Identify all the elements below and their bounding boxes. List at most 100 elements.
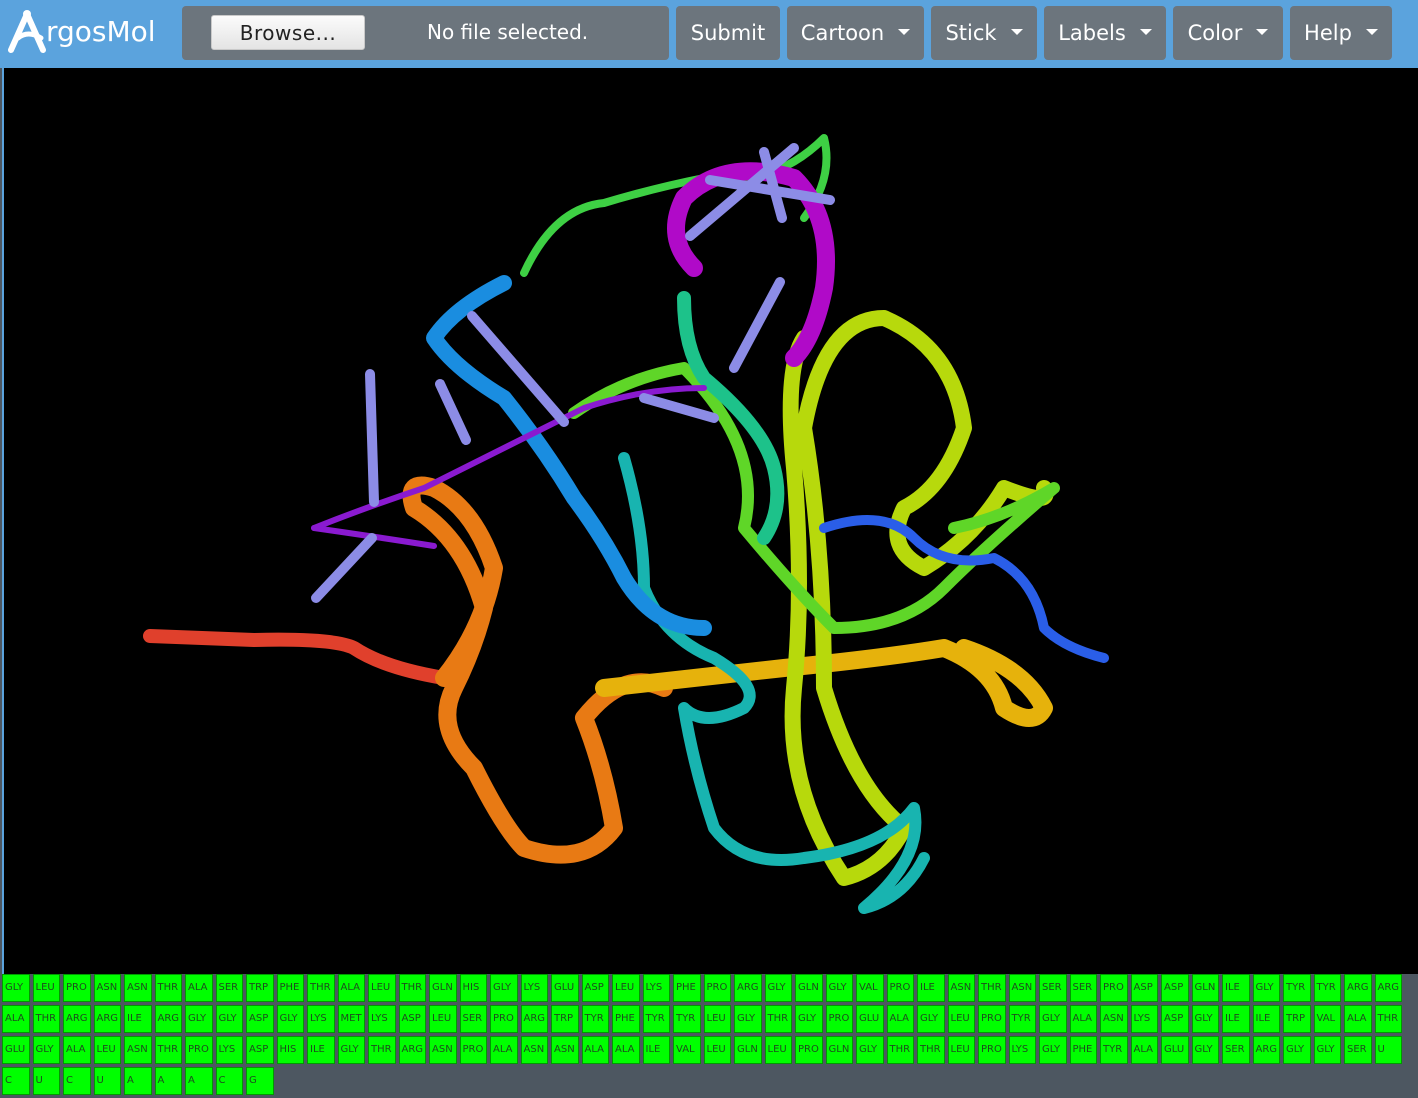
residue-cell[interactable]: TRP bbox=[551, 1005, 579, 1033]
residue-cell[interactable]: LEU bbox=[703, 1005, 731, 1033]
residue-cell[interactable]: LYS bbox=[307, 1005, 335, 1033]
residue-cell[interactable]: GLY bbox=[490, 974, 518, 1002]
residue-cell[interactable]: TRP bbox=[1283, 1005, 1311, 1033]
residue-cell[interactable]: ASP bbox=[246, 1036, 274, 1064]
residue-cell[interactable]: PRO bbox=[703, 974, 731, 1002]
residue-cell[interactable]: PHE bbox=[1069, 1036, 1097, 1064]
residue-cell[interactable]: ALA bbox=[581, 1036, 609, 1064]
residue-cell[interactable]: TRP bbox=[246, 974, 274, 1002]
residue-cell[interactable]: LYS bbox=[520, 974, 548, 1002]
residue-cell[interactable]: ARG bbox=[734, 974, 762, 1002]
residue-cell[interactable]: TYR bbox=[673, 1005, 701, 1033]
residue-cell[interactable]: GLY bbox=[1191, 1036, 1219, 1064]
residue-cell[interactable]: GLY bbox=[734, 1005, 762, 1033]
residue-cell[interactable]: U bbox=[93, 1067, 121, 1095]
residue-cell[interactable]: ASN bbox=[1100, 1005, 1128, 1033]
residue-cell[interactable]: GLN bbox=[795, 974, 823, 1002]
residue-cell[interactable]: ARG bbox=[520, 1005, 548, 1033]
residue-cell[interactable]: ALA bbox=[63, 1036, 91, 1064]
residue-cell[interactable]: ILE bbox=[1222, 1005, 1250, 1033]
residue-cell[interactable]: LEU bbox=[429, 1005, 457, 1033]
residue-cell[interactable]: LYS bbox=[1130, 1005, 1158, 1033]
residue-cell[interactable]: ASP bbox=[1130, 974, 1158, 1002]
residue-cell[interactable]: A bbox=[185, 1067, 213, 1095]
residue-cell[interactable]: ASN bbox=[93, 974, 121, 1002]
residue-cell[interactable]: HIS bbox=[459, 974, 487, 1002]
residue-cell[interactable]: TYR bbox=[642, 1005, 670, 1033]
residue-cell[interactable]: ALA bbox=[337, 974, 365, 1002]
residue-cell[interactable]: C bbox=[215, 1067, 243, 1095]
residue-cell[interactable]: C bbox=[63, 1067, 91, 1095]
residue-cell[interactable]: GLU bbox=[856, 1005, 884, 1033]
residue-cell[interactable]: VAL bbox=[673, 1036, 701, 1064]
residue-cell[interactable]: THR bbox=[917, 1036, 945, 1064]
residue-cell[interactable]: GLY bbox=[185, 1005, 213, 1033]
residue-cell[interactable]: TYR bbox=[581, 1005, 609, 1033]
residue-cell[interactable]: PRO bbox=[795, 1036, 823, 1064]
residue-cell[interactable]: ASN bbox=[1008, 974, 1036, 1002]
residue-cell[interactable]: A bbox=[124, 1067, 152, 1095]
residue-cell[interactable]: ILE bbox=[1252, 1005, 1280, 1033]
residue-cell[interactable]: PRO bbox=[63, 974, 91, 1002]
residue-cell[interactable]: ASP bbox=[246, 1005, 274, 1033]
residue-cell[interactable]: ASN bbox=[429, 1036, 457, 1064]
residue-cell[interactable]: ALA bbox=[612, 1036, 640, 1064]
residue-cell[interactable]: LEU bbox=[32, 974, 60, 1002]
residue-cell[interactable]: GLY bbox=[764, 974, 792, 1002]
residue-cell[interactable]: LYS bbox=[368, 1005, 396, 1033]
molecule-viewer-canvas[interactable] bbox=[2, 68, 1418, 974]
residue-cell[interactable]: TYR bbox=[1313, 974, 1341, 1002]
residue-cell[interactable]: THR bbox=[764, 1005, 792, 1033]
residue-cell[interactable]: GLY bbox=[825, 974, 853, 1002]
residue-cell[interactable]: GLU bbox=[1161, 1036, 1189, 1064]
residue-cell[interactable]: LEU bbox=[703, 1036, 731, 1064]
residue-cell[interactable]: GLY bbox=[215, 1005, 243, 1033]
residue-cell[interactable]: ILE bbox=[307, 1036, 335, 1064]
residue-cell[interactable]: ASP bbox=[1161, 1005, 1189, 1033]
residue-cell[interactable]: VAL bbox=[856, 974, 884, 1002]
residue-cell[interactable]: LEU bbox=[947, 1036, 975, 1064]
residue-cell[interactable]: SER bbox=[215, 974, 243, 1002]
residue-cell[interactable]: GLY bbox=[917, 1005, 945, 1033]
cartoon-menu-button[interactable]: Cartoon bbox=[787, 6, 924, 60]
residue-cell[interactable]: ALA bbox=[1130, 1036, 1158, 1064]
help-menu-button[interactable]: Help bbox=[1290, 6, 1392, 60]
residue-cell[interactable]: PRO bbox=[886, 974, 914, 1002]
residue-cell[interactable]: PHE bbox=[673, 974, 701, 1002]
residue-cell[interactable]: LEU bbox=[368, 974, 396, 1002]
residue-cell[interactable]: THR bbox=[978, 974, 1006, 1002]
residue-cell[interactable]: ASN bbox=[124, 974, 152, 1002]
residue-cell[interactable]: GLY bbox=[1039, 1005, 1067, 1033]
residue-cell[interactable]: THR bbox=[1374, 1005, 1402, 1033]
residue-cell[interactable]: ALA bbox=[1344, 1005, 1372, 1033]
browse-button[interactable]: Browse... bbox=[211, 15, 365, 50]
residue-cell[interactable]: THR bbox=[368, 1036, 396, 1064]
residue-cell[interactable]: PRO bbox=[490, 1005, 518, 1033]
app-logo[interactable]: rgosMol bbox=[8, 6, 156, 56]
residue-cell[interactable]: U bbox=[1374, 1036, 1402, 1064]
residue-cell[interactable]: PRO bbox=[459, 1036, 487, 1064]
residue-cell[interactable]: GLU bbox=[2, 1036, 30, 1064]
residue-cell[interactable]: SER bbox=[1344, 1036, 1372, 1064]
residue-cell[interactable]: ALA bbox=[185, 974, 213, 1002]
residue-cell[interactable]: ARG bbox=[154, 1005, 182, 1033]
residue-cell[interactable]: GLY bbox=[795, 1005, 823, 1033]
residue-cell[interactable]: C bbox=[2, 1067, 30, 1095]
residue-cell[interactable]: PRO bbox=[1100, 974, 1128, 1002]
residue-cell[interactable]: GLN bbox=[825, 1036, 853, 1064]
residue-cell[interactable]: ARG bbox=[1374, 974, 1402, 1002]
residue-cell[interactable]: ILE bbox=[124, 1005, 152, 1033]
residue-cell[interactable]: GLY bbox=[1313, 1036, 1341, 1064]
residue-cell[interactable]: PRO bbox=[978, 1005, 1006, 1033]
residue-cell[interactable]: LEU bbox=[93, 1036, 121, 1064]
residue-cell[interactable]: ARG bbox=[63, 1005, 91, 1033]
residue-cell[interactable]: ASN bbox=[124, 1036, 152, 1064]
residue-cell[interactable]: ALA bbox=[490, 1036, 518, 1064]
residue-cell[interactable]: GLY bbox=[1191, 1005, 1219, 1033]
residue-cell[interactable]: GLY bbox=[337, 1036, 365, 1064]
residue-cell[interactable]: TYR bbox=[1283, 974, 1311, 1002]
residue-cell[interactable]: GLY bbox=[856, 1036, 884, 1064]
residue-cell[interactable]: GLY bbox=[1283, 1036, 1311, 1064]
residue-cell[interactable]: THR bbox=[307, 974, 335, 1002]
residue-cell[interactable]: THR bbox=[154, 1036, 182, 1064]
